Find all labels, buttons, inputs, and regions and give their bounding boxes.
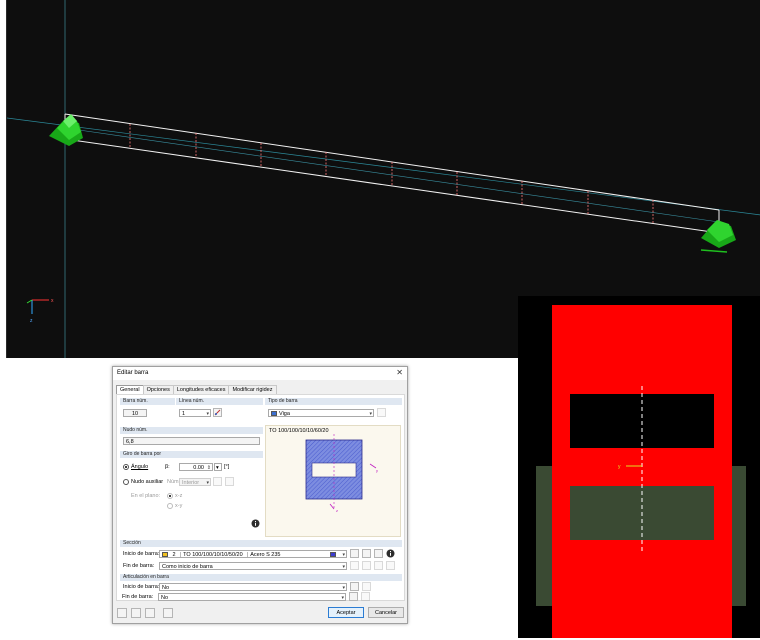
preview-axis-z-label: z: [336, 508, 338, 513]
section-end-new-icon[interactable]: [362, 561, 371, 570]
member-no-header: Barra núm.: [120, 398, 175, 405]
beta-unit: [°]: [224, 464, 230, 470]
beta-input[interactable]: 0.00 ⇕: [179, 463, 213, 471]
axis-gizmo-icon: [26, 299, 49, 314]
angle-radio[interactable]: [123, 464, 129, 470]
member-no-field[interactable]: 10: [123, 409, 147, 417]
beta-unit-dropdown[interactable]: ▾: [214, 463, 222, 471]
hinge-start-edit-icon[interactable]: [362, 582, 371, 591]
section-end-edit-icon[interactable]: [374, 561, 383, 570]
section-preview: TO 100/100/10/10/60/20 y z: [265, 425, 401, 537]
pick-icon[interactable]: [163, 608, 173, 618]
aux-position-value: Interior: [182, 480, 200, 486]
angle-label: Ángulo: [131, 464, 149, 470]
member-type-select[interactable]: Viga ▾: [268, 409, 374, 417]
plane-xy-label: x-y: [175, 503, 183, 509]
hinge-start-new-icon[interactable]: [350, 582, 359, 591]
axis-z-label: z: [30, 318, 33, 324]
hinge-end-new-icon[interactable]: [349, 592, 358, 601]
line-no-select[interactable]: 1 ▾: [179, 409, 211, 417]
help-icon[interactable]: [117, 608, 127, 618]
info-icon[interactable]: [251, 519, 260, 528]
hinge-start-select[interactable]: No ▾: [159, 583, 347, 591]
section-new-icon[interactable]: [362, 549, 371, 558]
hinge-header: Articulación en barra: [120, 574, 402, 581]
hinge-end-label: Fin de barra:: [122, 594, 154, 600]
section-edit-icon[interactable]: [374, 549, 383, 558]
chevron-down-icon: ▾: [342, 552, 345, 558]
spinner-icon[interactable]: ⇕: [207, 464, 211, 470]
chevron-down-icon: ▾: [206, 480, 209, 486]
line-no-header: Línea núm.: [176, 398, 263, 405]
rotation-header: Giro de barra por: [120, 451, 263, 458]
dialog-tabs: General Opciones Longitudes eficaces Mod…: [116, 385, 277, 395]
dialog-titlebar: Editar barra ✕: [113, 367, 407, 380]
aux-node-label: Nudo auxiliar: [131, 479, 164, 485]
section-start-label: Inicio de barra:: [123, 551, 160, 557]
general-tab-panel: Barra núm. 10 Línea núm. 1 ▾ Tipo de bar…: [116, 394, 405, 601]
section-start-select[interactable]: 2 TO 100/100/10/10/50/20 Acero S 235 ▾: [159, 550, 347, 558]
section-start-name: TO 100/100/10/10/50/20: [180, 552, 243, 557]
hinge-start-label: Inicio de barra:: [123, 584, 160, 590]
section-end-label: Fin de barra:: [123, 563, 155, 569]
preview-axis-y-label: y: [376, 468, 378, 473]
chevron-down-icon: ▾: [206, 411, 209, 417]
section-start-no: 2: [172, 552, 176, 558]
division-marks: [129, 124, 654, 224]
horizontal-guide-line: [7, 117, 760, 216]
aux-node-radio[interactable]: [123, 479, 129, 485]
member-type-value: Viga: [279, 411, 290, 417]
hinge-end-edit-icon[interactable]: [361, 592, 370, 601]
node-no-field: 6,8: [123, 437, 260, 445]
section-end-info-icon[interactable]: [386, 561, 395, 570]
plane-xy-radio[interactable]: [167, 503, 173, 509]
section-library-icon[interactable]: [350, 549, 359, 558]
plane-xz-label: x-z: [175, 493, 183, 499]
pick-node-icon[interactable]: [213, 477, 222, 486]
dialog-title: Editar barra: [117, 370, 149, 376]
chevron-down-icon: ▾: [342, 585, 345, 591]
section-header: Sección: [120, 540, 402, 547]
check-icon[interactable]: [131, 608, 141, 618]
chevron-down-icon: ▾: [342, 564, 345, 570]
chevron-down-icon: ▾: [369, 411, 372, 417]
section-render-view: y: [518, 296, 760, 638]
chevron-down-icon: ▾: [341, 595, 344, 601]
plane-label: En el plano:: [131, 493, 161, 499]
node-no-header: Nudo núm.: [120, 427, 263, 434]
hinge-end-value: No: [161, 595, 169, 601]
member-type-header: Tipo de barra: [265, 398, 402, 405]
section-info-icon[interactable]: [386, 549, 395, 558]
aux-position-select[interactable]: Interior ▾: [179, 478, 211, 486]
new-node-icon[interactable]: [225, 477, 234, 486]
beta-label: β:: [165, 464, 170, 470]
pick-line-icon[interactable]: [213, 408, 222, 417]
cancel-button[interactable]: Cancelar: [368, 607, 404, 618]
hinge-end-select[interactable]: No ▾: [158, 593, 346, 601]
units-icon[interactable]: [145, 608, 155, 618]
section-color-icon: [162, 552, 168, 557]
close-icon[interactable]: ✕: [396, 368, 403, 377]
edit-member-dialog[interactable]: Editar barra ✕ General Opciones Longitud…: [112, 366, 408, 624]
ok-button[interactable]: Aceptar: [328, 607, 364, 618]
support-right-icon: [700, 220, 736, 253]
beam-axis-line: [64, 127, 720, 223]
member-type-edit-icon[interactable]: [377, 408, 386, 417]
material-color-icon: [330, 552, 336, 557]
section-end-library-icon[interactable]: [350, 561, 359, 570]
hinge-start-value: No: [162, 585, 170, 591]
section-end-select[interactable]: Como inicio de barra ▾: [159, 562, 347, 570]
section-end-value: Como inicio de barra: [162, 564, 213, 570]
plane-xz-radio[interactable]: [167, 493, 173, 499]
section-start-material: Acero S 235: [247, 552, 281, 557]
line-no-value: 1: [182, 411, 186, 417]
axis-x-label: x: [51, 298, 54, 304]
beta-value: 0.00: [193, 465, 204, 471]
member-type-color-icon: [271, 411, 277, 416]
